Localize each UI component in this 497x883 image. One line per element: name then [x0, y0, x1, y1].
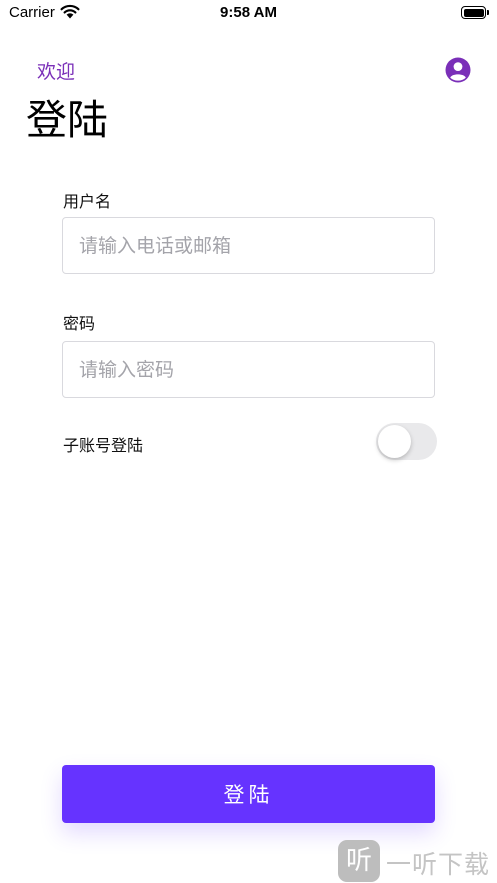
status-bar: Carrier 9:58 AM — [0, 0, 497, 26]
watermark-text: 一听下载 — [386, 850, 491, 879]
clock: 9:58 AM — [220, 4, 277, 21]
toggle-knob — [378, 425, 411, 458]
user-circle-icon[interactable] — [445, 57, 471, 83]
sub-account-toggle[interactable] — [376, 423, 437, 460]
password-input[interactable] — [62, 341, 435, 398]
welcome-link[interactable]: 欢迎 — [37, 57, 75, 84]
username-input[interactable] — [62, 217, 435, 274]
sub-account-label: 子账号登陆 — [63, 436, 144, 455]
watermark-logo: 听 — [338, 840, 380, 882]
login-button[interactable]: 登陆 — [62, 765, 435, 823]
password-label: 密码 — [63, 314, 96, 333]
battery-icon — [461, 6, 489, 19]
page-title: 登陆 — [26, 96, 108, 144]
login-screen: Carrier 9:58 AM 欢迎 登陆 用户名 密码 子账号登陆 登陆 听 … — [0, 0, 497, 883]
watermark: 听 一听下载 — [336, 840, 496, 883]
username-label: 用户名 — [63, 192, 112, 211]
